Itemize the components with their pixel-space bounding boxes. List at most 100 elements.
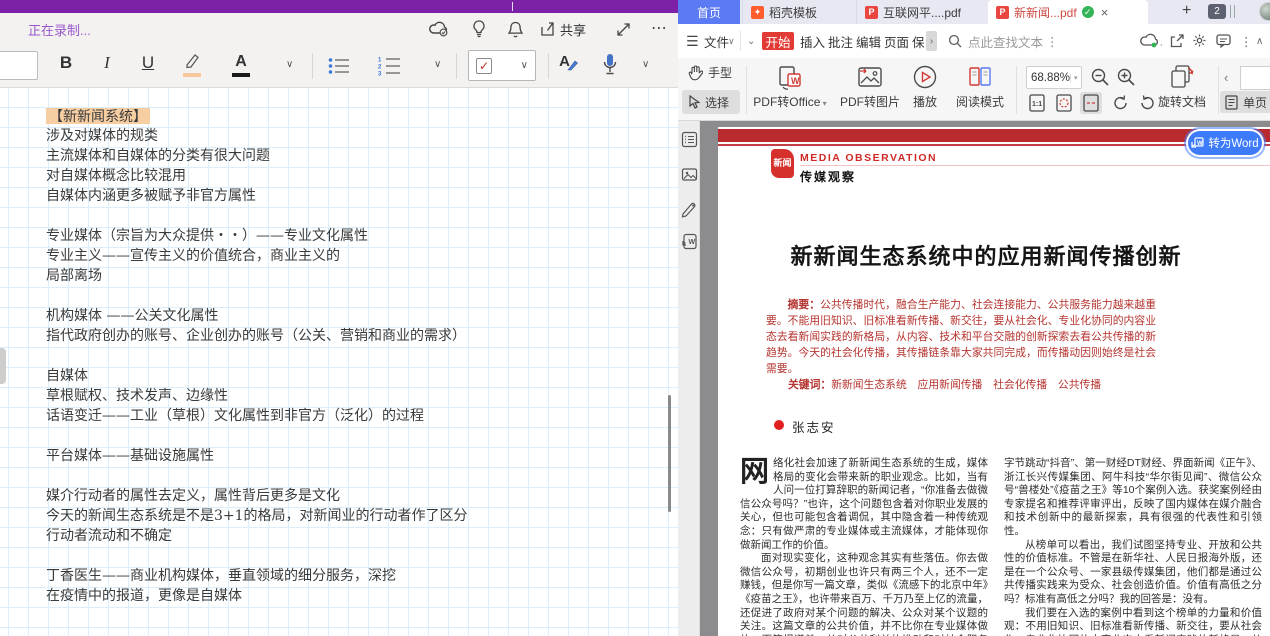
menu-item-edit[interactable]: 编辑 (856, 24, 881, 58)
pdf-file-icon: P (865, 6, 878, 19)
convert-to-word-button[interactable]: W 转为Word (1188, 131, 1262, 155)
bullet-list-button[interactable] (328, 57, 350, 75)
hamburger-menu-icon[interactable]: ☰ (686, 24, 699, 58)
more-vertical-icon[interactable]: ⋮ (1240, 24, 1253, 58)
microphone-button[interactable] (602, 53, 618, 77)
left-gutter-handle[interactable] (0, 348, 6, 384)
file-menu-chevron-icon[interactable]: ∨ (728, 24, 735, 58)
menu-item-start[interactable]: 开始 (762, 32, 794, 50)
highlighter-button[interactable] (181, 51, 203, 80)
underline-button[interactable]: U (137, 51, 159, 80)
pdf-to-image-button[interactable]: PDF转图片 (836, 64, 904, 110)
menu-item-page[interactable]: 页面 (884, 24, 909, 58)
page-number-input[interactable] (1240, 66, 1270, 90)
note-line: 【新新闻系统】 (46, 106, 666, 126)
wps-menubar: ☰ 文件 ∨ ⌄ 开始 插入 批注 编辑 页面 保 › 点此查找文本 ⋮ ⌄ (678, 24, 1270, 58)
cloud-sync-icon[interactable] (426, 17, 452, 41)
divider (746, 66, 747, 114)
note-app-window: 正在录制... 共享 ⋯ B I U (0, 0, 678, 636)
file-menu[interactable]: 文件 (704, 24, 729, 58)
note-line: 专业媒体（宗旨为大众提供・・）——专业文化属性 (46, 226, 666, 246)
menu-item-protect[interactable]: 保 (912, 24, 925, 58)
single-page-mode-button[interactable]: 单页 (1220, 91, 1270, 113)
search-more-icon[interactable]: ⋮ (1046, 24, 1059, 58)
hand-tool-button[interactable]: 手型 (688, 64, 732, 81)
font-color-button[interactable]: A (230, 51, 252, 80)
note-line: 媒介行动者的属性去定义，属性背后更多是文化 (46, 486, 666, 506)
pdf-to-office-button[interactable]: W PDF转Office ▾ (752, 64, 828, 110)
fit-actual-size-icon[interactable]: 1:1 (1026, 92, 1048, 114)
search-input[interactable]: 点此查找文本 (968, 24, 1043, 58)
note-line: 涉及对媒体的规类 (46, 126, 666, 146)
user-avatar[interactable] (1259, 2, 1270, 21)
menu-item-annotate[interactable]: 批注 (828, 24, 853, 58)
tab-docer-templates[interactable]: ✦ 稻壳模板 (742, 0, 854, 24)
more-options-icon[interactable]: ⋯ (646, 17, 672, 41)
search-icon[interactable] (948, 34, 962, 48)
cloud-status-icon[interactable]: ⌄ (1140, 33, 1162, 49)
notification-bell-icon[interactable] (502, 17, 528, 41)
outline-panel-icon[interactable] (681, 131, 698, 148)
list-options-chevron-icon[interactable]: ∨ (434, 59, 441, 70)
page-prev-icon[interactable]: ‹ (1224, 70, 1228, 85)
select-tool-button[interactable]: 选择 (682, 90, 740, 114)
note-titlebar[interactable] (0, 0, 678, 13)
pin-ribbon-icon[interactable]: ⌄ (747, 24, 755, 58)
fit-visible-icon[interactable] (1053, 92, 1075, 114)
rotate-right-icon[interactable] (1136, 92, 1158, 114)
note-scrollbar[interactable] (668, 395, 671, 512)
close-tab-icon[interactable]: × (1101, 5, 1109, 20)
thumbnail-panel-icon[interactable] (681, 166, 698, 183)
note-line: 话语变迁——工业（草根）文化属性到非官方（泛化）的过程 (46, 406, 666, 426)
zoom-level-input[interactable]: 68.88% ▾ (1026, 66, 1082, 89)
zoom-dropdown-icon[interactable]: ▾ (1070, 74, 1078, 82)
rotate-document-button[interactable]: 旋转文档 (1156, 64, 1208, 110)
todo-chevron-icon: ∨ (521, 60, 528, 71)
note-line: 在疫情中的报道，更像是自媒体 (46, 586, 666, 606)
pdf-to-office-icon: W (777, 64, 803, 90)
read-mode-button[interactable]: 阅读模式 (950, 64, 1010, 110)
bold-button[interactable]: B (55, 51, 77, 80)
svg-text:W: W (791, 76, 800, 86)
divider (1218, 66, 1219, 114)
zoom-out-icon[interactable] (1090, 67, 1110, 87)
share-button[interactable]: 共享 (540, 17, 586, 41)
share-icon (540, 21, 556, 37)
rotate-left-icon[interactable] (1110, 92, 1132, 114)
collapse-ribbon-icon[interactable]: ∧ (1256, 24, 1263, 58)
numbered-list-button[interactable]: 123 (378, 56, 402, 76)
play-button[interactable]: 播放 (908, 64, 942, 110)
journal-name-en: MEDIA OBSERVATION (800, 152, 937, 164)
font-options-chevron-icon[interactable]: ∨ (286, 59, 293, 70)
ink-editor-button[interactable]: A (558, 51, 580, 80)
fit-page-icon[interactable] (1080, 92, 1102, 114)
resize-diagonal-icon[interactable] (610, 17, 636, 41)
settings-gear-icon[interactable] (1192, 33, 1207, 48)
play-icon (912, 64, 938, 90)
zoom-in-icon[interactable] (1116, 67, 1136, 87)
tab-pdf-internet[interactable]: P 互联网平....pdf (856, 0, 986, 24)
open-external-icon[interactable] (1170, 34, 1184, 48)
pdf-document-area: W 新闻 MEDIA OBSERVATION 传媒观察 W 转为Word 新新闻… (678, 121, 1270, 636)
annotation-pen-icon[interactable] (681, 201, 698, 218)
new-tab-button[interactable]: + (1182, 2, 1191, 20)
menu-item-insert[interactable]: 插入 (800, 24, 825, 58)
note-line: 丁香医生——商业机构媒体，垂直领域的细分服务，深挖 (46, 566, 666, 586)
author-bullet-icon (774, 420, 784, 430)
abstract-label: 摘要： (788, 299, 821, 311)
todo-tag-dropdown[interactable]: ✓ ∨ (468, 50, 536, 81)
lightbulb-icon[interactable] (466, 17, 492, 41)
note-line: 主流媒体和自媒体的分类有很大问题 (46, 146, 666, 166)
divider (312, 53, 313, 79)
titlebar-caret (512, 2, 513, 11)
tab-home[interactable]: 首页 (678, 0, 740, 24)
tab-pdf-active[interactable]: P 新新闻...pdf ✓ × (988, 0, 1148, 24)
mic-options-chevron-icon[interactable]: ∨ (642, 59, 649, 70)
tab-count-badge[interactable]: 2 (1208, 4, 1226, 19)
font-name-input[interactable] (0, 51, 38, 80)
comment-bubble-icon[interactable] (1216, 34, 1231, 48)
menu-overflow-chevron-icon[interactable]: › (926, 31, 937, 51)
italic-button[interactable]: I (96, 51, 118, 80)
note-canvas[interactable]: 【新新闻系统】涉及对媒体的规类主流媒体和自媒体的分类有很大问题对自媒体概念比较混… (0, 88, 678, 636)
export-word-icon[interactable]: W (681, 233, 698, 250)
